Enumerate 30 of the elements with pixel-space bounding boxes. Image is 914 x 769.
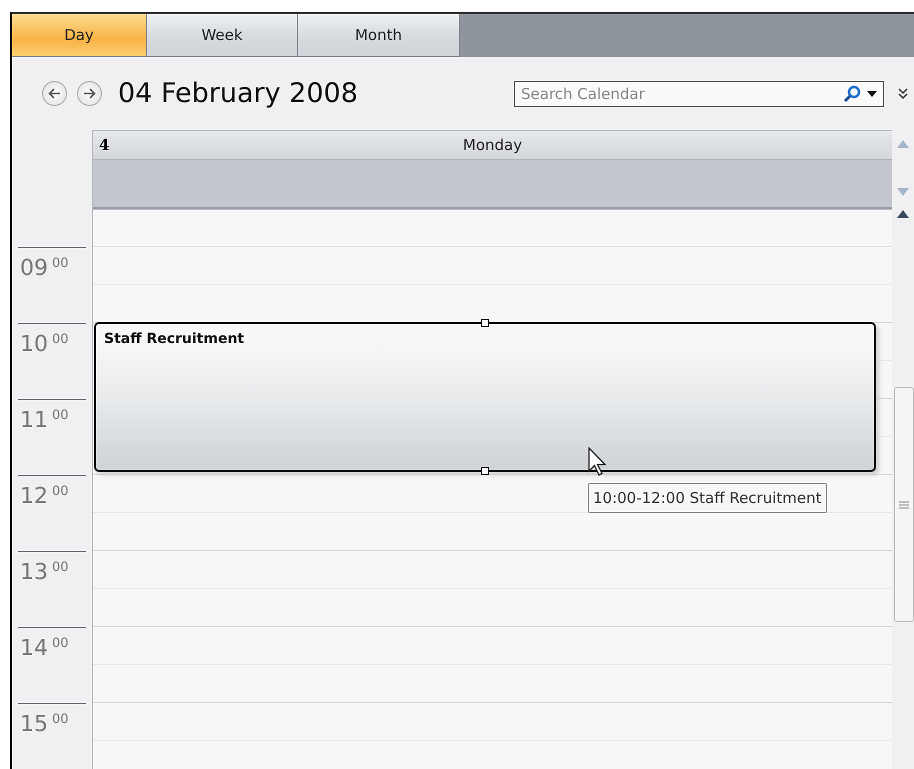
weekday-label: Monday xyxy=(462,136,522,154)
hour-label: 14 $^{00}$ xyxy=(20,636,69,662)
calendar-event[interactable]: Staff Recruitment xyxy=(94,322,876,472)
scroll-thumb[interactable] xyxy=(894,387,914,622)
right-arrow-icon[interactable] xyxy=(83,88,96,99)
search-icon[interactable] xyxy=(843,84,861,102)
resize-handle[interactable] xyxy=(481,467,489,475)
hour-label: 13 $^{00}$ xyxy=(20,560,69,586)
day-number: 4 xyxy=(99,136,110,154)
tooltip: 10:00-12:00 Staff Recruitment xyxy=(588,483,827,513)
hour-label: 11 $^{00}$ xyxy=(20,408,69,434)
date-title: 04 February 2008 xyxy=(118,78,358,109)
cursor-icon xyxy=(588,447,608,477)
forward-button[interactable] xyxy=(77,81,102,106)
scroll-up-icon[interactable] xyxy=(897,210,909,218)
view-tab[interactable]: Day xyxy=(12,14,147,57)
hour-label: 15 $^{00}$ xyxy=(20,712,69,738)
hour-label: 10 $^{00}$ xyxy=(20,332,69,358)
left-arrow-icon[interactable] xyxy=(48,88,61,99)
expand-icon[interactable] xyxy=(898,88,908,100)
hour-label: 09 $^{00}$ xyxy=(20,256,69,282)
search-field[interactable]: Search Calendar xyxy=(519,84,843,104)
dropdown-icon[interactable] xyxy=(867,90,877,96)
view-tab[interactable]: Week xyxy=(147,14,298,57)
event-title: Staff Recruitment xyxy=(104,331,244,347)
search-box[interactable]: Search Calendar xyxy=(514,80,884,106)
back-button[interactable] xyxy=(42,81,67,106)
view-tab[interactable]: Month xyxy=(298,14,460,57)
hour-label: 12 $^{00}$ xyxy=(20,484,69,510)
resize-handle[interactable] xyxy=(481,319,489,327)
